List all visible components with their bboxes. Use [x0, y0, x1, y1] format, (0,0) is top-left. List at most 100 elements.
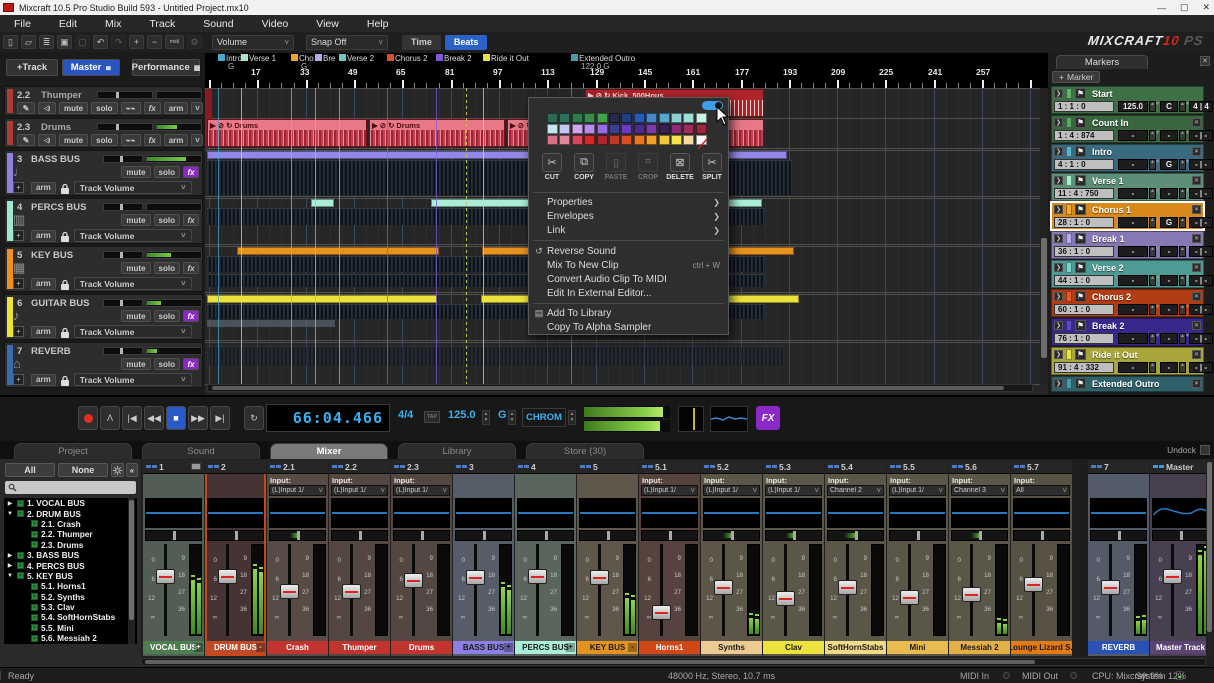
- pan-slider[interactable]: [703, 530, 760, 541]
- delete-marker-icon[interactable]: ✕: [1192, 292, 1201, 301]
- solo-button[interactable]: solo: [154, 214, 180, 226]
- channel-label[interactable]: Thumper: [329, 641, 390, 654]
- channel-label[interactable]: Synths: [701, 641, 762, 654]
- tree-item[interactable]: ✕2.1. Crash: [4, 519, 137, 529]
- midi-icon[interactable]: midi: [165, 35, 184, 49]
- menu-sound[interactable]: Sound: [189, 18, 247, 30]
- marker-flag-icon[interactable]: [241, 54, 248, 61]
- arm-button[interactable]: arm: [31, 278, 56, 290]
- automation-icon[interactable]: ⌁⌁: [121, 134, 141, 146]
- color-swatch[interactable]: [621, 135, 632, 145]
- close-icon[interactable]: ✕: [1200, 56, 1210, 66]
- marker-row-count-in[interactable]: ❯⚑Count In✕1 : 4 : 874-▲▼-▲▼- | -: [1051, 115, 1204, 143]
- color-swatch[interactable]: [559, 113, 570, 123]
- expand-track-button[interactable]: +: [13, 230, 24, 241]
- expand-channel-button[interactable]: +: [504, 643, 513, 652]
- channel-label[interactable]: SoftHornStabs: [825, 641, 886, 654]
- pan-thumb[interactable]: [483, 531, 486, 540]
- pan-slider[interactable]: [145, 530, 202, 541]
- marker-row-verse-2[interactable]: ❯⚑Verse 2✕44 : 1 : 0-▲▼-▲▼- | -: [1051, 260, 1204, 288]
- fader-track[interactable]: [598, 544, 601, 636]
- solo-button[interactable]: solo: [154, 310, 180, 322]
- mute-button[interactable]: mute: [121, 262, 150, 274]
- track-key-bus[interactable]: 5KEY BUS▦mutesolofx+armTrack Volume˅: [4, 246, 203, 292]
- color-swatch[interactable]: [696, 113, 707, 123]
- marker-timesig[interactable]: - | -: [1189, 159, 1213, 170]
- tree-item[interactable]: ▶✕4. PERCS BUS: [4, 560, 137, 570]
- settings-icon[interactable]: ⚙: [187, 35, 202, 49]
- fader-track[interactable]: [784, 544, 787, 636]
- checkbox-icon[interactable]: ✕: [31, 604, 38, 611]
- tempo-spinner[interactable]: ▲▼: [1149, 101, 1156, 112]
- expand-channel-button[interactable]: -: [256, 643, 265, 652]
- color-swatch[interactable]: [683, 124, 694, 134]
- tree-item[interactable]: ▶✕1. VOCAL BUS: [4, 498, 137, 508]
- expand-icon[interactable]: ❯: [1054, 234, 1063, 243]
- pan-thumb[interactable]: [917, 531, 920, 540]
- delete-marker-icon[interactable]: ✕: [1192, 205, 1201, 214]
- chevron-expanded-icon[interactable]: ▼: [6, 573, 14, 579]
- input-select[interactable]: Channel 2˅: [827, 485, 884, 496]
- solo-button[interactable]: solo: [91, 134, 117, 146]
- expand-icon[interactable]: ❯: [1054, 205, 1063, 214]
- no-loop-icon[interactable]: ⊘: [518, 121, 524, 130]
- color-swatch[interactable]: [634, 135, 645, 145]
- key-value[interactable]: G: [498, 409, 507, 421]
- tree-scrollbar[interactable]: [128, 498, 135, 644]
- expand-icon[interactable]: ❯: [1054, 321, 1063, 330]
- tempo-spinner[interactable]: ▲▼: [1149, 246, 1156, 257]
- speaker-icon[interactable]: ◁): [38, 102, 56, 114]
- checkbox-icon[interactable]: ✕: [17, 552, 24, 559]
- tab-sound[interactable]: Sound: [142, 443, 260, 459]
- input-select[interactable]: (L)Input 1/˅: [889, 485, 946, 496]
- pan-thumb[interactable]: [979, 531, 982, 540]
- pan-thumb[interactable]: [607, 531, 610, 540]
- marker-timesig[interactable]: - | -: [1189, 217, 1213, 228]
- solo-button[interactable]: solo: [154, 358, 180, 370]
- marker-flag-icon[interactable]: [339, 54, 346, 61]
- pan-slider[interactable]: [207, 530, 264, 541]
- marker-tempo[interactable]: -: [1118, 217, 1148, 228]
- audio-clip-drums[interactable]: ▶⊘↻Drums: [207, 119, 367, 147]
- speaker-icon[interactable]: ◁): [38, 134, 56, 146]
- rewind-button[interactable]: ◀◀: [144, 406, 164, 430]
- color-swatch[interactable]: [646, 113, 657, 123]
- tree-item[interactable]: ▶✕3. BASS BUS: [4, 550, 137, 560]
- chevron-down-icon[interactable]: ˅: [191, 134, 203, 146]
- arm-button[interactable]: arm: [31, 374, 56, 386]
- zoom-out-icon[interactable]: −: [147, 35, 162, 49]
- solo-button[interactable]: solo: [154, 166, 180, 178]
- track-pan-slider[interactable]: [103, 155, 143, 163]
- redo-icon[interactable]: ↷: [111, 35, 126, 49]
- markers-tab[interactable]: Markers: [1056, 55, 1148, 69]
- tab-mixer[interactable]: Mixer: [270, 443, 388, 459]
- pan-thumb[interactable]: [545, 531, 548, 540]
- menu-item-mix-to-new-clip[interactable]: Mix To New Clipctrl + W: [529, 258, 728, 272]
- menu-item-edit-in-external-editor-[interactable]: Edit In External Editor...: [529, 286, 728, 300]
- pan-slider[interactable]: [951, 530, 1008, 541]
- color-swatch[interactable]: [683, 135, 694, 145]
- chevron-collapsed-icon[interactable]: ▶: [6, 500, 14, 507]
- no-loop-icon[interactable]: ⊘: [380, 121, 386, 130]
- snap-dropdown[interactable]: Snap Off ˅: [306, 35, 388, 50]
- fader-track[interactable]: [164, 544, 167, 636]
- color-swatch[interactable]: [572, 113, 583, 123]
- pan-slider[interactable]: [269, 530, 326, 541]
- channel-strip-4[interactable]: 40612∞9182736PERCS BUS+: [515, 460, 576, 656]
- color-swatch[interactable]: [671, 124, 682, 134]
- arm-button[interactable]: arm: [31, 182, 56, 194]
- marker-color-chip[interactable]: [1066, 117, 1072, 128]
- checkbox-icon[interactable]: ✕: [31, 624, 38, 631]
- channel-strip-1[interactable]: 10612∞9182736VOCAL BUS+: [143, 460, 204, 656]
- fx-button[interactable]: fx: [183, 358, 199, 370]
- menu-edit[interactable]: Edit: [45, 18, 91, 30]
- channel-label[interactable]: Drums: [391, 641, 452, 654]
- marker-tempo[interactable]: -: [1118, 362, 1148, 373]
- mute-button[interactable]: mute: [59, 134, 88, 146]
- eq-display[interactable]: [145, 498, 202, 528]
- eq-display[interactable]: [269, 498, 326, 528]
- input-select[interactable]: (L)Input 1/˅: [269, 485, 326, 496]
- expand-track-button[interactable]: +: [13, 326, 24, 337]
- tab-store30[interactable]: Store (30): [526, 443, 644, 459]
- channel-strip-5.2[interactable]: 5.2Input:(L)Input 1/˅0612∞9182736Synths: [701, 460, 762, 656]
